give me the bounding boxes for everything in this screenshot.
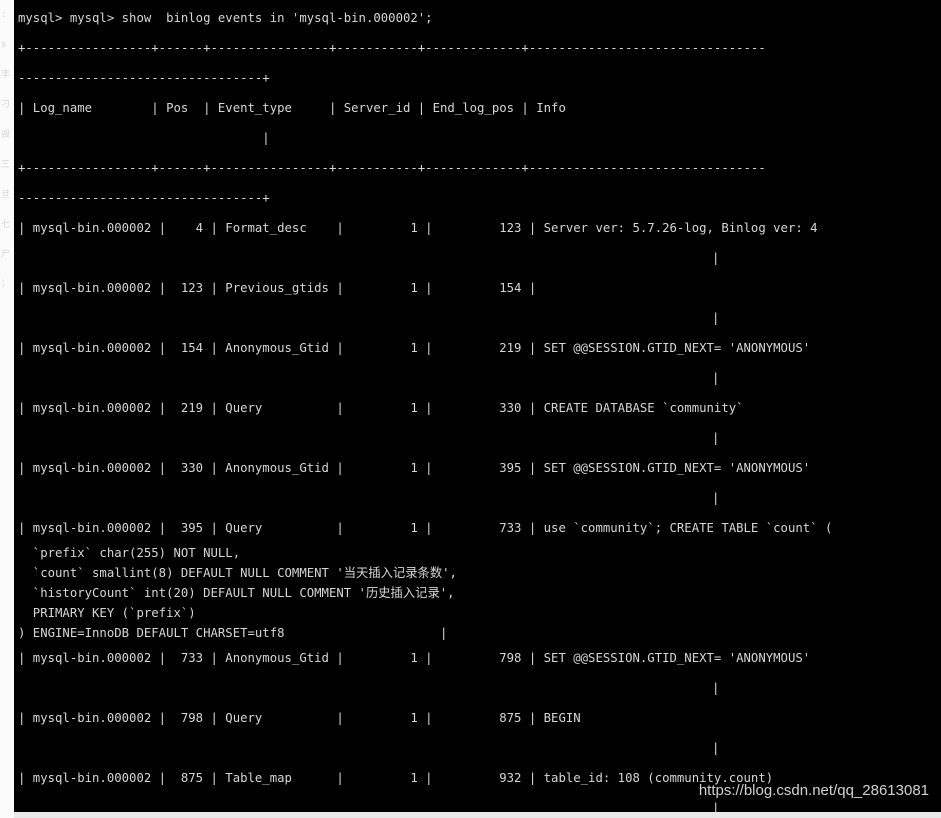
table-row-wrap: | [712,491,720,505]
table-row: | mysql-bin.000002 | 798 | Query | 1 | 8… [18,711,581,725]
window-bottom-edge [14,812,941,818]
backdrop-ghost-line: 刁 [1,100,11,110]
table-row-wrap: | [712,371,720,385]
table-row: | mysql-bin.000002 | 219 | Query | 1 | 3… [18,401,744,415]
table-row-wrap: | [712,251,720,265]
backdrop-ghost-text-column: : s 丰刁毁三旦七尸氵 [0,0,14,818]
table-row: | mysql-bin.000002 | 733 | Anonymous_Gti… [18,651,811,665]
table-row-wrap: | [712,681,720,695]
table-row: | mysql-bin.000002 | 330 | Anonymous_Gti… [18,461,811,475]
backdrop-ghost-line: : [1,10,7,20]
terminal-window[interactable]: mysql> mysql> show binlog events in 'mys… [14,0,941,812]
table-row: | mysql-bin.000002 | 154 | Anonymous_Gti… [18,341,811,355]
table-separator-header: +-----------------+------+--------------… [18,161,766,175]
sql-line: ) ENGINE=InnoDB DEFAULT CHARSET=utf8 | [18,626,448,640]
backdrop-ghost-line: 毁 [1,130,11,140]
table-separator-top: +-----------------+------+--------------… [18,41,766,55]
table-header-row: | Log_name | Pos | Event_type | Server_i… [18,101,566,115]
sql-line: `count` smallint(8) DEFAULT NULL COMMENT… [18,566,457,580]
create-table-statement-block: `prefix` char(255) NOT NULL, `count` sma… [18,543,941,643]
table-row: | mysql-bin.000002 | 4 | Format_desc | 1… [18,221,818,235]
prompt-line: mysql> mysql> show binlog events in 'mys… [18,11,433,25]
table-header-row-wrap: | [18,131,270,145]
table-row: | mysql-bin.000002 | 123 | Previous_gtid… [18,281,537,295]
watermark-text: https://blog.csdn.net/qq_28613081 [698,782,929,799]
backdrop-ghost-line: s [1,40,7,50]
backdrop-ghost-line: 旦 [1,190,11,200]
backdrop-ghost-line: 氵 [1,280,11,290]
table-row: | mysql-bin.000002 | 395 | Query | 1 | 7… [18,521,833,535]
table-row-wrap: | [712,431,720,445]
table-row-wrap: | [712,741,720,755]
backdrop-ghost-line: 七 [1,220,11,230]
backdrop-ghost-line: 三 [1,160,11,170]
sql-line: PRIMARY KEY (`prefix`) [18,606,196,620]
table-row-wrap: | [712,311,720,325]
backdrop-ghost-line: 丰 [1,70,11,80]
sql-line: `historyCount` int(20) DEFAULT NULL COMM… [18,586,455,600]
table-separator-header-wrap: ---------------------------------+ [18,191,270,205]
table-separator-top-wrap: ---------------------------------+ [18,71,270,85]
sql-line: `prefix` char(255) NOT NULL, [18,546,241,560]
terminal-screen: mysql> mysql> show binlog events in 'mys… [18,3,941,812]
backdrop-ghost-line: 尸 [1,250,11,260]
